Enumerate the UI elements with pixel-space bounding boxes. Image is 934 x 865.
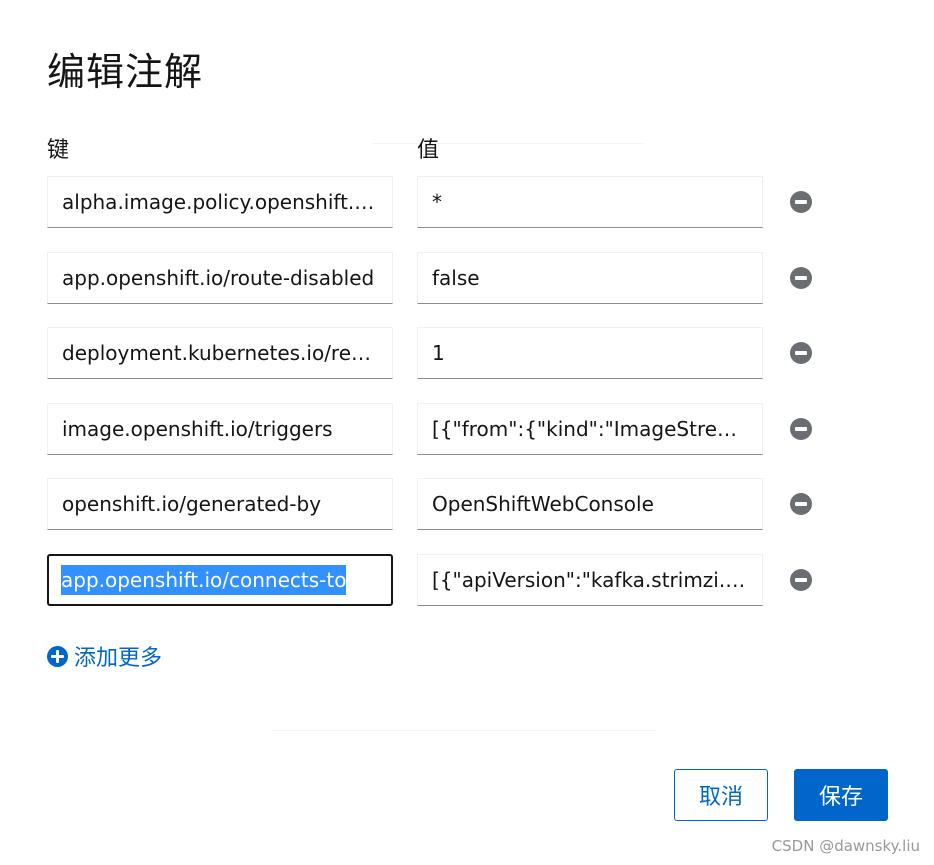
minus-circle-icon (795, 427, 807, 431)
minus-circle-icon (795, 502, 807, 506)
remove-row-button[interactable] (790, 267, 812, 289)
annotation-value-input[interactable]: [{"from":{"kind":"ImageStreamTag" (417, 403, 763, 455)
annotation-key-input[interactable]: alpha.image.policy.openshift.io/resolve-… (47, 176, 393, 228)
annotation-row: openshift.io/generated-by OpenShiftWebCo… (47, 478, 827, 530)
key-column-header: 键 (47, 138, 70, 163)
remove-row-button[interactable] (790, 342, 812, 364)
save-button[interactable]: 保存 (794, 769, 888, 821)
annotation-key-input[interactable]: deployment.kubernetes.io/revision (47, 327, 393, 379)
dialog-title: 编辑注解 (47, 50, 204, 94)
annotation-value-input[interactable]: false (417, 252, 763, 304)
annotation-row: alpha.image.policy.openshift.io/resolve-… (47, 176, 827, 228)
annotation-row: app.openshift.io/route-disabled false (47, 252, 827, 304)
minus-circle-icon (795, 351, 807, 355)
remove-row-button[interactable] (790, 569, 812, 591)
annotation-row: app.openshift.io/connects-to [{"apiVersi… (47, 554, 827, 606)
selected-text: app.openshift.io/connects-to (61, 565, 347, 595)
remove-row-button[interactable] (790, 418, 812, 440)
annotation-value-input[interactable]: OpenShiftWebConsole (417, 478, 763, 530)
annotation-value-input[interactable]: [{"apiVersion":"kafka.strimzi.io/v1beta2… (417, 554, 763, 606)
minus-circle-icon (795, 200, 807, 204)
minus-circle-icon (795, 578, 807, 582)
remove-row-button[interactable] (790, 191, 812, 213)
minus-circle-icon (795, 276, 807, 280)
annotation-value-input[interactable]: * (417, 176, 763, 228)
annotation-row: deployment.kubernetes.io/revision 1 (47, 327, 827, 379)
annotation-value-input[interactable]: 1 (417, 327, 763, 379)
cancel-button[interactable]: 取消 (674, 769, 768, 821)
divider (372, 143, 644, 144)
edit-annotations-dialog: 编辑注解 键 值 alpha.image.policy.openshift.io… (0, 0, 934, 865)
plus-circle-icon (47, 645, 68, 667)
footer-divider (272, 730, 656, 731)
annotation-key-input[interactable]: openshift.io/generated-by (47, 478, 393, 530)
annotation-key-input[interactable]: app.openshift.io/route-disabled (47, 252, 393, 304)
watermark: CSDN @dawnsky.liu (771, 837, 920, 855)
add-more-button[interactable]: 添加更多 (47, 640, 162, 672)
remove-row-button[interactable] (790, 493, 812, 515)
value-column-header: 值 (417, 138, 440, 163)
annotation-key-input-focused[interactable]: app.openshift.io/connects-to (47, 554, 393, 606)
add-more-label: 添加更多 (74, 646, 163, 671)
annotation-row: image.openshift.io/triggers [{"from":{"k… (47, 403, 827, 455)
annotation-key-input[interactable]: image.openshift.io/triggers (47, 403, 393, 455)
